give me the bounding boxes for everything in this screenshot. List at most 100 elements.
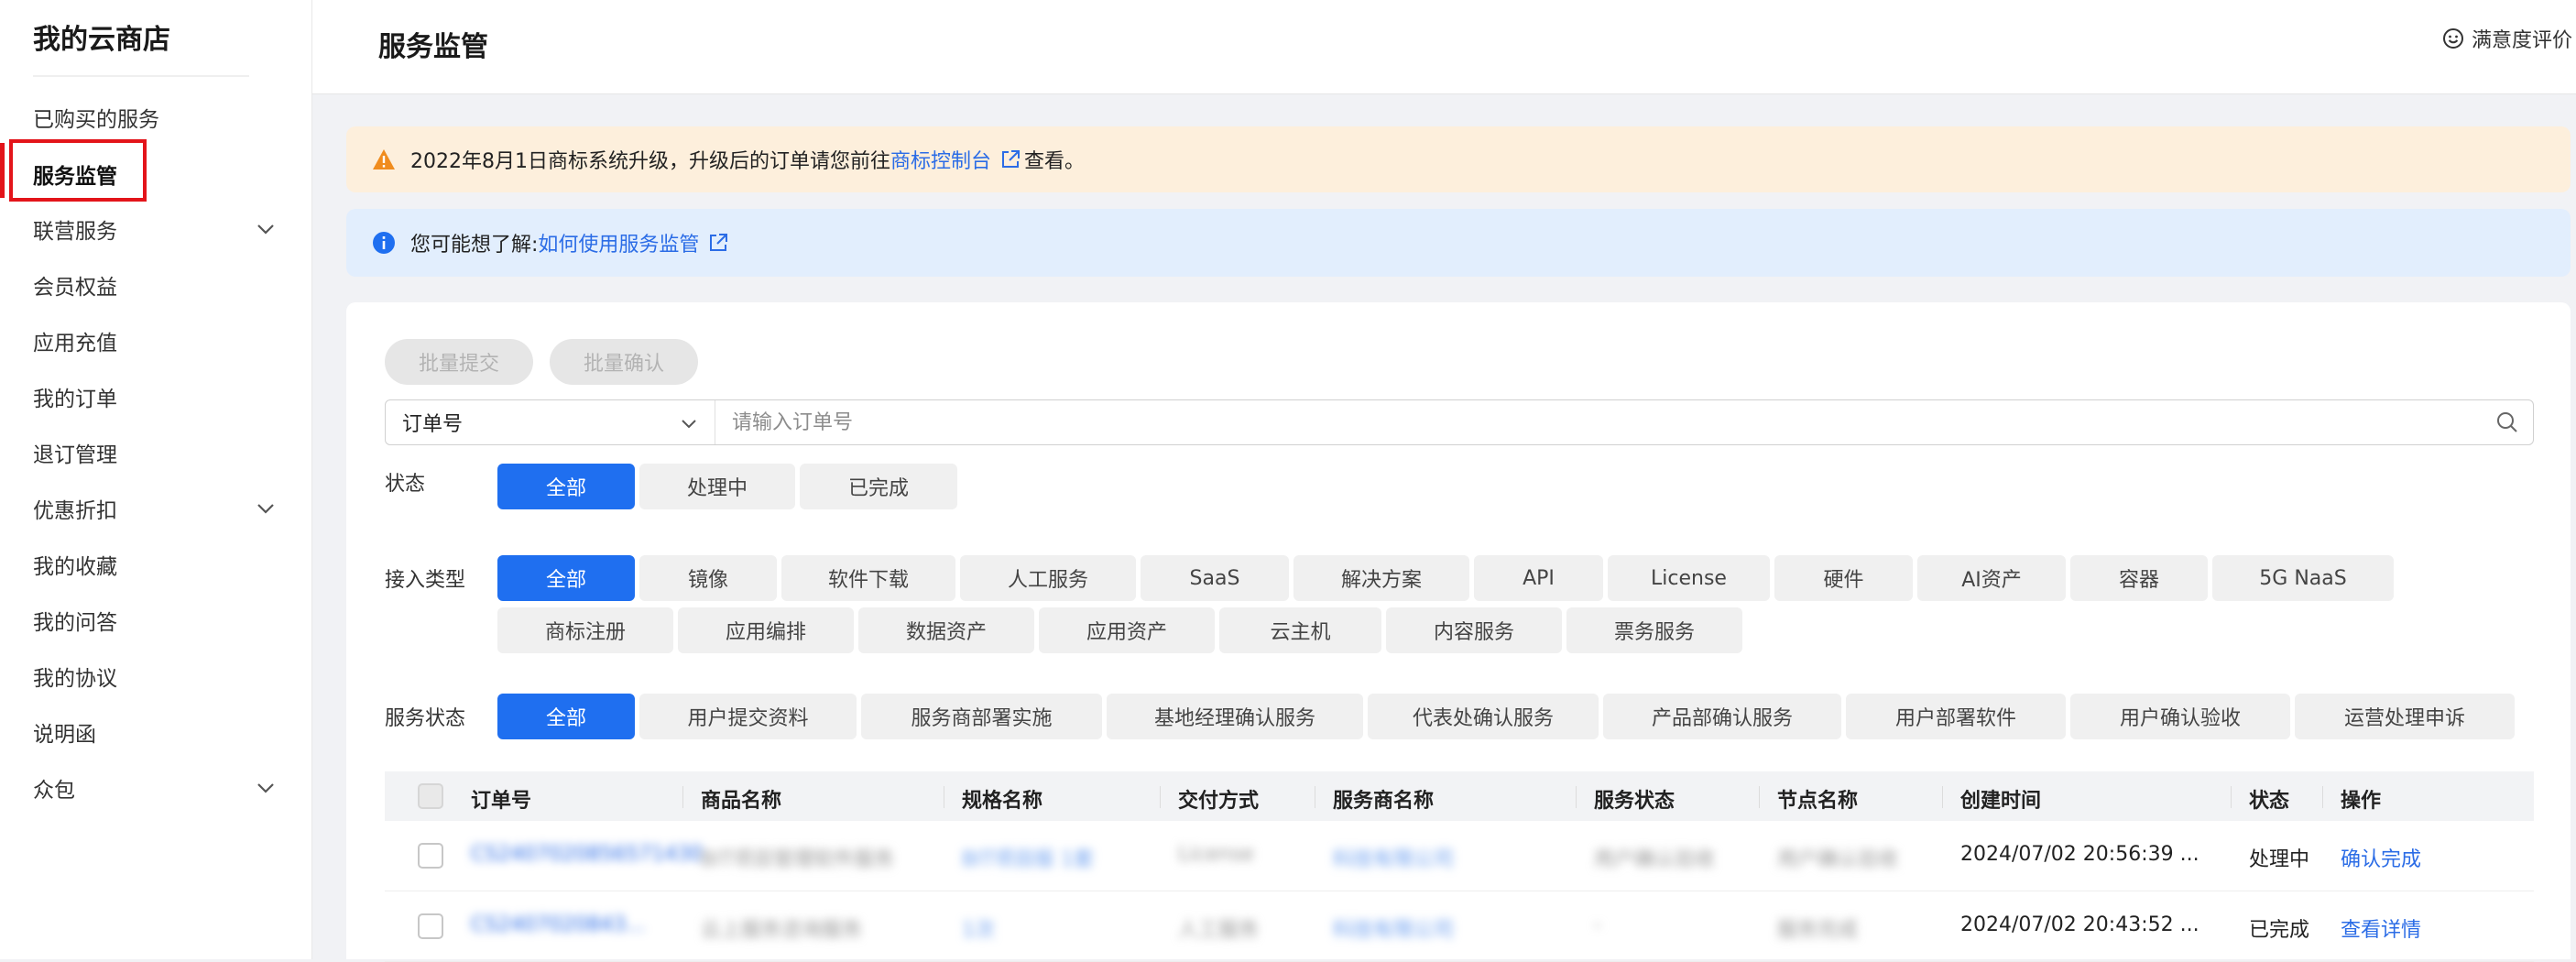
delivery-method: License (1178, 843, 1254, 866)
access-type-option[interactable]: 数据资产 (858, 607, 1034, 653)
confirm-complete-link[interactable]: 确认完成 (2341, 843, 2421, 872)
sidebar-item-discounts[interactable]: 优惠折扣 (0, 481, 311, 536)
service-status-option[interactable]: 全部 (497, 694, 635, 739)
status-option-completed[interactable]: 已完成 (800, 464, 957, 509)
how-to-use-link[interactable]: 如何使用服务监管 (538, 228, 699, 257)
access-type-option[interactable]: 内容服务 (1386, 607, 1562, 653)
column-header: 服务商名称 (1333, 790, 1435, 813)
access-type-option[interactable]: 硬件 (1774, 555, 1913, 601)
sidebar-item-crowdsourcing[interactable]: 众包 (0, 760, 311, 815)
row-checkbox[interactable] (418, 843, 443, 869)
service-status-option[interactable]: 产品部确认服务 (1603, 694, 1841, 739)
sidebar-item-app-recharge[interactable]: 应用充值 (0, 313, 311, 368)
view-details-link[interactable]: 查看详情 (2341, 913, 2421, 943)
order-id-link[interactable]: CS2407020843... (471, 913, 645, 936)
chevron-down-icon (257, 783, 274, 793)
column-separator (1942, 786, 1943, 808)
column-header: 订单号 (471, 790, 532, 813)
access-type-option[interactable]: 解决方案 (1293, 555, 1469, 601)
batch-submit-button[interactable]: 批量提交 (385, 339, 533, 385)
service-status-option[interactable]: 基地经理确认服务 (1107, 694, 1363, 739)
warning-text: 2022年8月1日商标系统升级，升级后的订单请您前往 (410, 150, 890, 173)
node-name: 用户确认验收 (1777, 848, 1899, 871)
service-status: - (1594, 913, 1601, 936)
sidebar-item-unsubscribe-management[interactable]: 退订管理 (0, 425, 311, 480)
delivery-method: 人工服务 (1178, 919, 1260, 942)
service-status-option[interactable]: 服务商部署实施 (861, 694, 1102, 739)
trademark-console-link[interactable]: 商标控制台 (890, 145, 991, 174)
table-row: CS2407020856571430 BIT项目管理软件服务 BIT项目版 1套… (385, 821, 2534, 891)
product-name: 云上服务咨询服务 (701, 919, 863, 942)
access-type-option[interactable]: 全部 (497, 555, 635, 601)
access-type-option[interactable]: 容器 (2070, 555, 2208, 601)
sidebar-item-joint-services[interactable]: 联营服务 (0, 202, 311, 257)
column-separator (682, 786, 683, 808)
spec-name[interactable]: 1次 (962, 913, 995, 943)
sidebar-item-explanation-letter[interactable]: 说明函 (0, 705, 311, 760)
satisfaction-button[interactable]: 满意度评价 (2442, 24, 2572, 53)
sidebar-item-membership-benefits[interactable]: 会员权益 (0, 257, 311, 312)
column-separator (1576, 786, 1577, 808)
access-type-option[interactable]: 镜像 (639, 555, 777, 601)
info-alert: 您可能想了解: 如何使用服务监管 (346, 209, 2571, 277)
sidebar-item-my-favorites[interactable]: 我的收藏 (0, 537, 311, 592)
access-type-option[interactable]: License (1608, 555, 1770, 601)
service-status-option[interactable]: 用户提交资料 (639, 694, 857, 739)
column-header: 服务状态 (1594, 790, 1675, 813)
access-type-option[interactable]: AI资产 (1917, 555, 2066, 601)
external-link-icon[interactable] (708, 233, 728, 253)
search-field-value: 订单号 (402, 413, 464, 436)
access-type-option[interactable]: 应用资产 (1039, 607, 1215, 653)
spec-name[interactable]: BIT项目版 1套 (962, 843, 1094, 872)
warning-icon (372, 148, 396, 170)
access-type-option[interactable]: 软件下载 (781, 555, 955, 601)
access-type-option[interactable]: 云主机 (1219, 607, 1381, 653)
sidebar-item-my-qa[interactable]: 我的问答 (0, 593, 311, 648)
batch-confirm-button[interactable]: 批量确认 (550, 339, 698, 385)
service-status-option[interactable]: 用户确认验收 (2070, 694, 2290, 739)
page-header: 服务监管 满意度评价 (312, 0, 2576, 94)
column-header: 商品名称 (701, 790, 782, 813)
chevron-down-icon (682, 420, 696, 429)
status-option-processing[interactable]: 处理中 (639, 464, 795, 509)
access-type-option[interactable]: 商标注册 (497, 607, 673, 653)
sidebar-item-label: 退订管理 (33, 443, 117, 467)
search-icon[interactable] (2489, 410, 2526, 434)
order-id-link[interactable]: CS2407020856571430 (471, 843, 703, 866)
status-option-all[interactable]: 全部 (497, 464, 635, 509)
highlight-box (9, 139, 147, 202)
sidebar-item-my-orders[interactable]: 我的订单 (0, 369, 311, 424)
external-link-icon[interactable] (1000, 149, 1021, 169)
column-header: 规格名称 (962, 790, 1043, 813)
sidebar-item-label: 说明函 (33, 723, 96, 747)
access-type-option[interactable]: 票务服务 (1566, 607, 1742, 653)
column-header: 交付方式 (1178, 790, 1260, 813)
service-status-option[interactable]: 用户部署软件 (1846, 694, 2066, 739)
service-status-option[interactable]: 运营处理申诉 (2295, 694, 2515, 739)
info-icon (372, 231, 396, 255)
sidebar-item-purchased-services[interactable]: 已购买的服务 (0, 90, 311, 145)
order-number-input[interactable] (715, 399, 2489, 445)
column-separator (2322, 786, 2323, 808)
access-type-filter-label: 接入类型 (385, 569, 466, 592)
created-time: 2024/07/02 20:43:52 ... (1960, 913, 2199, 936)
search-field-select[interactable]: 订单号 (386, 400, 715, 444)
access-type-option[interactable]: 人工服务 (960, 555, 1136, 601)
sidebar-item-label: 我的收藏 (33, 555, 117, 579)
vendor-name[interactable]: 科技有限公司 (1333, 843, 1454, 872)
vendor-name[interactable]: 科技有限公司 (1333, 913, 1454, 943)
service-status: 用户确认验收 (1594, 848, 1716, 871)
access-type-option[interactable]: 5G NaaS (2212, 555, 2394, 601)
sidebar-item-label: 联营服务 (33, 220, 117, 244)
satisfaction-label: 满意度评价 (2472, 29, 2573, 52)
sidebar-item-my-agreements[interactable]: 我的协议 (0, 649, 311, 704)
access-type-option[interactable]: SaaS (1141, 555, 1289, 601)
column-separator (1160, 786, 1161, 808)
row-checkbox[interactable] (418, 913, 443, 939)
service-status-option[interactable]: 代表处确认服务 (1368, 694, 1599, 739)
page-title: 服务监管 (378, 31, 488, 63)
select-all-checkbox[interactable] (418, 783, 443, 809)
access-type-option[interactable]: API (1474, 555, 1603, 601)
table-row: CS2407020843... 云上服务咨询服务 1次 人工服务 科技有限公司 … (385, 891, 2534, 962)
access-type-option[interactable]: 应用编排 (678, 607, 854, 653)
